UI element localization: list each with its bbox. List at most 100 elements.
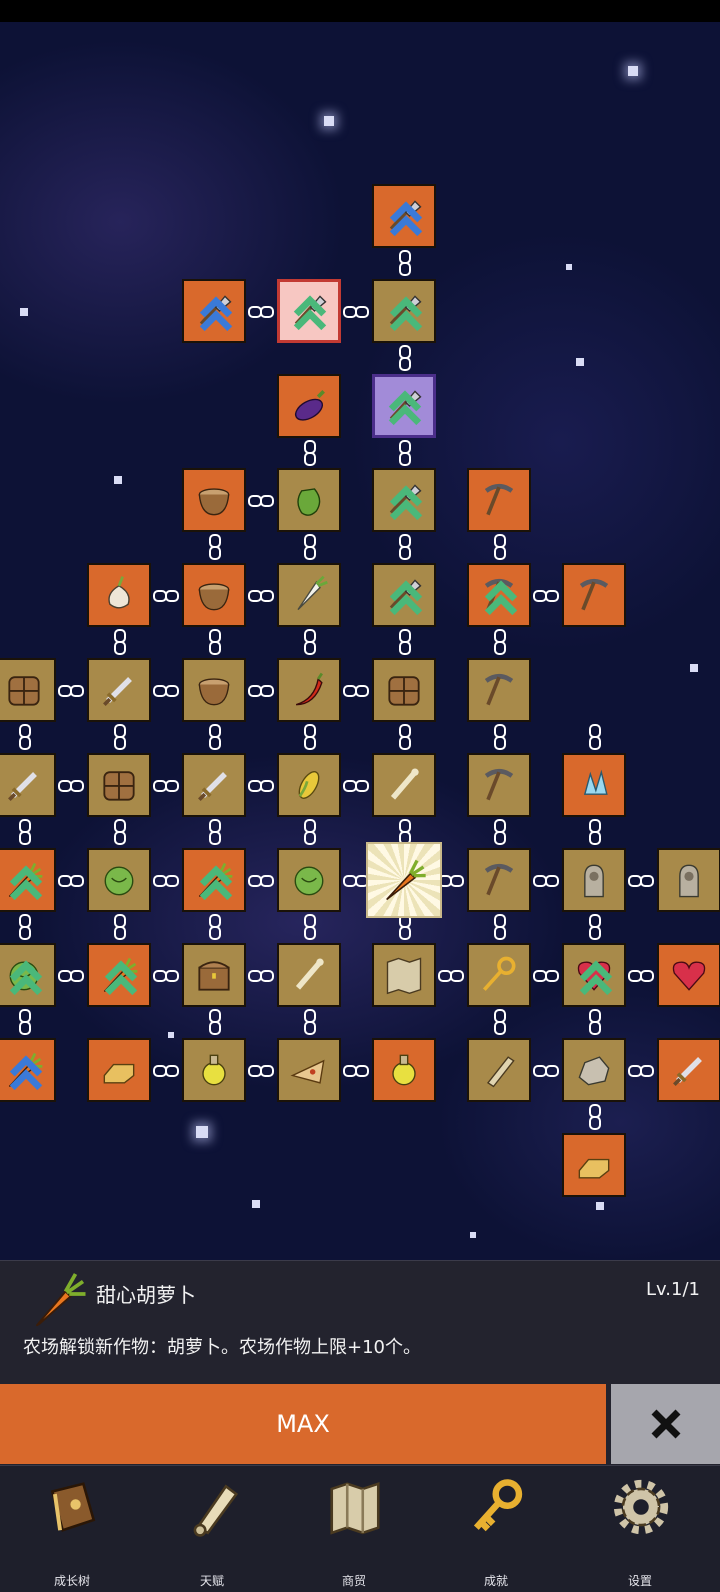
skill-node-bone[interactable] xyxy=(372,753,436,817)
skill-node-map[interactable] xyxy=(372,943,436,1007)
tree-connector xyxy=(303,532,316,562)
skill-node-heart[interactable] xyxy=(562,943,626,1007)
tree-connector xyxy=(398,532,411,562)
skill-node-crystal[interactable] xyxy=(562,753,626,817)
skill-tree-area[interactable] xyxy=(0,22,720,1260)
tree-connector xyxy=(341,305,371,318)
skill-node-rock[interactable] xyxy=(562,1038,626,1102)
skill-node-carrot[interactable] xyxy=(0,1038,56,1102)
skill-node-bowl[interactable] xyxy=(182,658,246,722)
detail-panel: 甜心胡萝卜 Lv.1/1 农场解锁新作物：胡萝卜。农场作物上限+10个。 MAX xyxy=(0,1260,720,1466)
crate-icon xyxy=(8,676,40,706)
skill-node-pickaxe[interactable] xyxy=(467,848,531,912)
bowl-icon xyxy=(198,678,230,706)
nav-item-settings[interactable]: 设置 xyxy=(580,1466,700,1592)
star xyxy=(596,1202,604,1210)
nav-item-talent[interactable]: 天赋 xyxy=(152,1466,272,1592)
tree-connector xyxy=(588,912,601,942)
skill-node-shovel[interactable] xyxy=(277,279,341,343)
skill-node-sword[interactable] xyxy=(182,753,246,817)
garlic-icon xyxy=(108,576,130,609)
crystal-icon xyxy=(583,769,608,795)
bone-icon xyxy=(390,768,419,800)
skill-node-statue[interactable] xyxy=(657,848,720,912)
skill-node-bowl[interactable] xyxy=(182,563,246,627)
skill-node-carrot[interactable] xyxy=(0,848,56,912)
skill-node-sword[interactable] xyxy=(0,753,56,817)
tree-connector xyxy=(208,912,221,942)
pickaxe-icon xyxy=(484,768,514,801)
skill-node-gold[interactable] xyxy=(562,1133,626,1197)
skill-node-eggplant[interactable] xyxy=(277,374,341,438)
gear-icon xyxy=(613,1479,669,1535)
tree-connector xyxy=(113,817,126,847)
tree-connector xyxy=(398,627,411,657)
skill-node-radish[interactable] xyxy=(277,563,341,627)
skill-title: 甜心胡萝卜 xyxy=(96,1283,196,1307)
potion-icon xyxy=(202,1054,226,1086)
skill-node-chili[interactable] xyxy=(277,658,341,722)
scroll-icon xyxy=(487,1056,515,1088)
nav-item-achievement[interactable]: 成就 xyxy=(436,1466,556,1592)
skill-node-crate[interactable] xyxy=(87,753,151,817)
skill-node-pepper[interactable] xyxy=(277,468,341,532)
key-icon xyxy=(473,1479,523,1532)
crate-icon xyxy=(103,771,135,801)
skill-node-gold[interactable] xyxy=(87,1038,151,1102)
skill-node-pickaxe[interactable] xyxy=(467,658,531,722)
nav-item-trade[interactable]: 商贸 xyxy=(294,1466,414,1592)
tree-connector xyxy=(246,305,276,318)
nav-label: 成长树 xyxy=(53,1574,90,1588)
skill-node-shovel[interactable] xyxy=(182,279,246,343)
pickaxe-icon xyxy=(484,673,514,706)
skill-node-potion[interactable] xyxy=(182,1038,246,1102)
skill-node-statue[interactable] xyxy=(562,848,626,912)
status-bar xyxy=(0,0,720,22)
skill-node-bowl[interactable] xyxy=(182,468,246,532)
skill-node-scroll[interactable] xyxy=(467,1038,531,1102)
skill-node-key[interactable] xyxy=(467,943,531,1007)
skill-node-garlic[interactable] xyxy=(87,563,151,627)
book-icon xyxy=(50,1482,96,1532)
skill-node-shovel[interactable] xyxy=(372,279,436,343)
crate-icon xyxy=(388,676,420,706)
tree-connector xyxy=(208,817,221,847)
skill-node-cabbage[interactable] xyxy=(277,848,341,912)
skill-node-pickaxe[interactable] xyxy=(467,753,531,817)
skill-node-pizza[interactable] xyxy=(277,1038,341,1102)
upgrade-chevron-icon xyxy=(104,960,138,996)
bone-icon xyxy=(295,958,324,990)
pickaxe-icon xyxy=(484,483,514,516)
tree-connector xyxy=(398,343,411,373)
star xyxy=(252,1200,260,1208)
skill-node-potion[interactable] xyxy=(372,1038,436,1102)
max-button[interactable]: MAX xyxy=(0,1384,606,1464)
skill-node-corn[interactable] xyxy=(277,753,341,817)
skill-node-carrot[interactable] xyxy=(366,842,442,918)
skill-node-crate[interactable] xyxy=(0,658,56,722)
skill-node-crate[interactable] xyxy=(372,658,436,722)
skill-node-pickaxe[interactable] xyxy=(562,563,626,627)
pickaxe-icon xyxy=(579,578,609,611)
skill-node-carrot[interactable] xyxy=(87,943,151,1007)
skill-node-heart[interactable] xyxy=(657,943,720,1007)
skill-node-carrot[interactable] xyxy=(182,848,246,912)
tree-connector xyxy=(56,874,86,887)
skill-node-cabbage[interactable] xyxy=(0,943,56,1007)
skill-node-sword[interactable] xyxy=(657,1038,720,1102)
skill-node-shovel[interactable] xyxy=(372,468,436,532)
nav-item-growth-tree[interactable]: 成长树 xyxy=(12,1466,132,1592)
skill-node-cabbage[interactable] xyxy=(87,848,151,912)
close-button[interactable] xyxy=(611,1384,720,1464)
pizza-icon xyxy=(290,1059,325,1084)
nav-label: 成就 xyxy=(483,1574,508,1588)
skill-node-shovel[interactable] xyxy=(372,184,436,248)
skill-node-shovel[interactable] xyxy=(372,563,436,627)
skill-node-chest[interactable] xyxy=(182,943,246,1007)
skill-node-bone[interactable] xyxy=(277,943,341,1007)
skill-node-shovel[interactable] xyxy=(372,374,436,438)
skill-node-pickaxe[interactable] xyxy=(467,563,531,627)
skill-node-pickaxe[interactable] xyxy=(467,468,531,532)
skill-node-sword[interactable] xyxy=(87,658,151,722)
cabbage-icon xyxy=(294,866,324,896)
